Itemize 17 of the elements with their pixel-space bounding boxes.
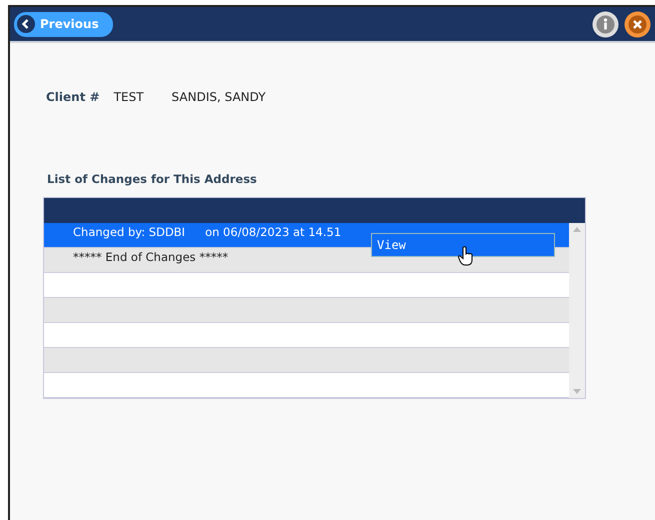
scrollbar[interactable] [569, 223, 585, 398]
info-icon[interactable] [592, 10, 619, 38]
list-row[interactable] [44, 298, 569, 323]
menu-item[interactable]: View [372, 234, 554, 256]
scroll-down-icon[interactable] [573, 389, 581, 394]
change-date-text: on 06/08/2023 at 14.51 [205, 225, 342, 239]
close-icon[interactable] [624, 10, 651, 38]
previous-button[interactable]: Previous [14, 12, 113, 36]
client-name: SANDIS, SANDY [172, 90, 266, 104]
client-label: Client # [46, 90, 100, 104]
list-row[interactable] [44, 348, 569, 373]
scroll-up-icon[interactable] [573, 227, 581, 232]
hand-cursor-icon [458, 246, 474, 266]
list-title: List of Changes for This Address [47, 172, 258, 186]
end-marker-text: ***** End of Changes ***** [73, 250, 228, 264]
changed-by-text: Changed by: SDDBI [73, 225, 186, 239]
client-number: TEST [114, 90, 144, 104]
